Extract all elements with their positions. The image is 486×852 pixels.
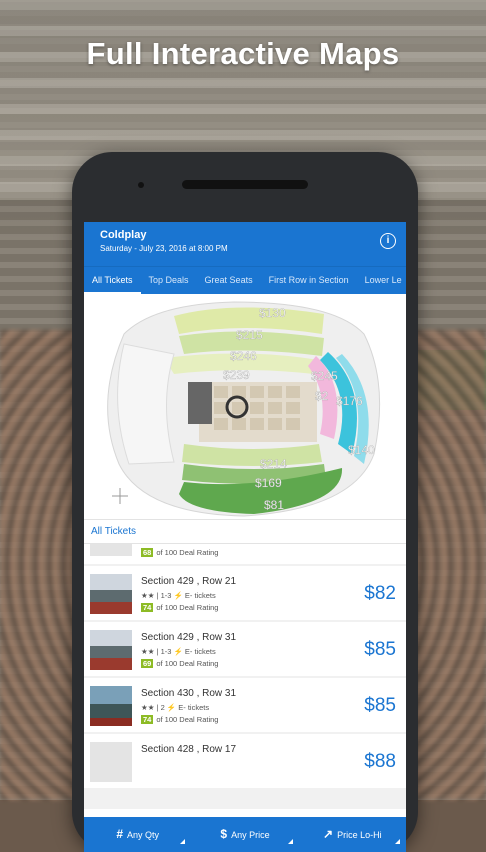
deal-rating: 74 of 100 Deal Rating <box>141 603 219 612</box>
list-header: All Tickets <box>84 519 406 544</box>
price-label-176: $176 <box>336 394 363 408</box>
deal-rating: 68 of 100 Deal Rating <box>141 548 219 557</box>
price-label-246: $246 <box>230 349 257 363</box>
ticket-price: $85 <box>364 639 396 660</box>
tab-bar: All Tickets Top Deals Great Seats First … <box>84 266 406 294</box>
ticket-meta: ★★ | 2 ⚡ E- tickets <box>141 703 210 712</box>
trend-icon: ↗ <box>323 827 334 841</box>
view-thumbnail <box>90 686 132 726</box>
tab-first-row[interactable]: First Row in Section <box>261 267 357 294</box>
price-filter-button[interactable]: $ Any Price <box>191 817 298 852</box>
price-label-214: $214 <box>260 457 287 471</box>
price-label-245: $245 <box>311 369 338 383</box>
view-thumbnail <box>90 742 132 782</box>
ticket-meta: ★★ | 1-3 ⚡ E- tickets <box>141 647 216 656</box>
section-left-end <box>117 343 175 465</box>
price-label-130: $130 <box>259 306 286 320</box>
info-icon[interactable]: i <box>380 233 396 249</box>
app-screen: Coldplay Saturday - July 23, 2016 at 8:0… <box>84 222 406 852</box>
event-date: Saturday - July 23, 2016 at 8:00 PM <box>100 244 228 253</box>
event-title: Coldplay <box>100 229 147 241</box>
ticket-price: $88 <box>364 751 396 772</box>
thumbnail <box>90 544 132 556</box>
stadium-map-svg[interactable]: $130 $215 $246 $239 $245 $2 $176 $140 $2… <box>84 294 406 519</box>
section-row-text: Section 430 , Row 31 <box>141 688 237 699</box>
headline: Full Interactive Maps <box>86 36 400 71</box>
tab-lower-level[interactable]: Lower Le <box>357 267 406 294</box>
view-thumbnail <box>90 630 132 670</box>
qty-filter-button[interactable]: # Any Qty <box>84 817 191 852</box>
front-camera <box>138 182 144 188</box>
tab-top-deals[interactable]: Top Deals <box>141 267 197 294</box>
list-item[interactable]: Section 430 , Row 31 ★★ | 2 ⚡ E- tickets… <box>84 678 406 732</box>
section-row-text: Section 428 , Row 17 <box>141 744 237 755</box>
ticket-list[interactable]: 68 of 100 Deal Rating Section 429 , Row 2… <box>84 544 406 809</box>
list-item[interactable]: Section 429 , Row 21 ★★ | 1-3 ⚡ E- ticke… <box>84 566 406 620</box>
price-label-239: $239 <box>223 368 250 382</box>
sort-button[interactable]: ↗ Price Lo-Hi <box>299 817 406 852</box>
list-item-partial[interactable]: 68 of 100 Deal Rating <box>84 544 406 564</box>
view-thumbnail <box>90 574 132 614</box>
ticket-price: $82 <box>364 583 396 604</box>
tab-great-seats[interactable]: Great Seats <box>197 267 261 294</box>
price-label-2: $2 <box>315 389 329 403</box>
filter-bar: # Any Qty $ Any Price ↗ Price Lo-Hi <box>84 817 406 852</box>
ticket-price: $85 <box>364 695 396 716</box>
ticket-meta: ★★ | 1-3 ⚡ E- tickets <box>141 591 216 600</box>
price-label-81: $81 <box>264 498 284 512</box>
hash-icon: # <box>116 827 123 841</box>
earpiece-speaker <box>182 180 308 189</box>
section-row-text: Section 429 , Row 21 <box>141 576 237 587</box>
list-item[interactable]: Section 428 , Row 17 $88 <box>84 734 406 788</box>
dollar-icon: $ <box>220 827 228 841</box>
stage <box>188 382 212 424</box>
app-bar: Coldplay Saturday - July 23, 2016 at 8:0… <box>84 222 406 266</box>
deal-rating: 69 of 100 Deal Rating <box>141 659 219 668</box>
compass-icon <box>112 488 128 504</box>
price-label-215: $215 <box>236 328 263 342</box>
list-item[interactable]: Section 429 , Row 31 ★★ | 1-3 ⚡ E- ticke… <box>84 622 406 676</box>
price-label-140: $140 <box>348 443 375 457</box>
phone-frame: Coldplay Saturday - July 23, 2016 at 8:0… <box>72 152 418 852</box>
tab-all-tickets[interactable]: All Tickets <box>84 267 141 294</box>
seating-map[interactable]: $130 $215 $246 $239 $245 $2 $176 $140 $2… <box>84 294 406 519</box>
section-row-text: Section 429 , Row 31 <box>141 632 237 643</box>
price-label-169: $169 <box>255 476 282 490</box>
deal-rating: 74 of 100 Deal Rating <box>141 715 219 724</box>
